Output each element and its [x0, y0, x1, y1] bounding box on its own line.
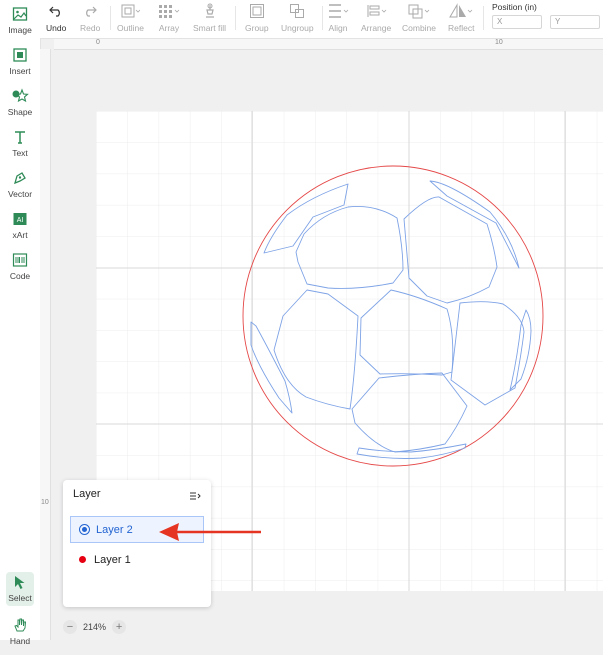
- outline-label: Outline: [117, 23, 144, 33]
- ruler-label: 10: [495, 39, 503, 46]
- ai-art-icon: AI: [10, 209, 30, 229]
- shape-icon: [10, 86, 30, 106]
- sidebar-item-text[interactable]: Text: [0, 127, 40, 167]
- arrange-button[interactable]: Arrange: [361, 2, 391, 36]
- combine-label: Combine: [402, 23, 437, 33]
- left-sidebar: Image Insert Shape Text Vector AI xArt C…: [0, 0, 41, 646]
- redo-button[interactable]: Redo: [80, 2, 100, 36]
- sidebar-item-shape[interactable]: Shape: [0, 86, 40, 126]
- sidebar-item-image[interactable]: Image: [0, 4, 40, 44]
- sidebar-item-vector[interactable]: Vector: [0, 168, 40, 208]
- undo-button[interactable]: Undo: [46, 2, 66, 36]
- array-button[interactable]: Array: [158, 2, 180, 36]
- zoom-out-button[interactable]: −: [63, 620, 77, 634]
- hand-icon: [10, 615, 30, 635]
- position-y-input[interactable]: Y: [550, 15, 600, 29]
- position-label: Position (in): [492, 2, 537, 12]
- top-toolbar: Undo Redo Outline Array Smart fill Group: [40, 0, 603, 39]
- array-icon: [158, 2, 180, 20]
- sidebar-item-select[interactable]: Select: [6, 572, 34, 606]
- sidebar-item-label: Select: [8, 593, 32, 603]
- sidebar-item-label: Code: [9, 271, 31, 281]
- arrange-label: Arrange: [361, 23, 392, 33]
- layer-name: Layer 1: [94, 553, 131, 566]
- ruler-label: 0: [96, 39, 100, 46]
- layer-options-icon[interactable]: [189, 488, 201, 506]
- ruler-label: 10: [41, 499, 49, 506]
- reflect-label: Reflect: [448, 23, 475, 33]
- vector-pen-icon: [10, 168, 30, 188]
- combine-button[interactable]: Combine: [402, 2, 436, 36]
- redo-icon: [83, 2, 98, 20]
- align-label: Align: [328, 23, 348, 33]
- undo-label: Undo: [46, 23, 67, 33]
- position-x-input[interactable]: X: [492, 15, 542, 29]
- reflect-icon: [448, 2, 474, 20]
- group-label: Group: [245, 23, 269, 33]
- sidebar-item-label: Insert: [9, 66, 31, 76]
- layer-name: Layer 2: [96, 523, 133, 536]
- ruler-left: 10: [40, 49, 51, 640]
- ruler-top: 0 10: [54, 39, 603, 50]
- insert-icon: [10, 45, 30, 65]
- sidebar-item-label: xArt: [12, 230, 28, 240]
- redo-label: Redo: [80, 23, 101, 33]
- zoom-level: 214%: [83, 622, 107, 632]
- sidebar-item-xart[interactable]: AI xArt: [0, 209, 40, 249]
- ungroup-icon: [289, 2, 305, 20]
- outline-icon: [120, 2, 141, 20]
- text-icon: [10, 127, 30, 147]
- sidebar-item-insert[interactable]: Insert: [0, 45, 40, 85]
- zoom-controls: − 214% +: [63, 618, 127, 636]
- sidebar-item-code[interactable]: Code: [0, 250, 40, 290]
- ungroup-button[interactable]: Ungroup: [281, 2, 314, 36]
- smart-fill-button[interactable]: Smart fill: [193, 2, 226, 36]
- group-button[interactable]: Group: [245, 2, 269, 36]
- layer-panel-title: Layer: [73, 488, 101, 500]
- outline-button[interactable]: Outline: [117, 2, 144, 36]
- layer-row-layer-1[interactable]: Layer 1: [70, 546, 204, 573]
- sidebar-item-label: Shape: [7, 107, 33, 117]
- smart-fill-icon: [202, 2, 218, 20]
- sidebar-item-label: Hand: [9, 636, 31, 646]
- align-button[interactable]: Align: [327, 2, 349, 36]
- arrange-icon: [364, 2, 388, 20]
- ungroup-label: Ungroup: [281, 23, 314, 33]
- sidebar-item-label: Image: [8, 25, 32, 35]
- sidebar-item-label: Vector: [7, 189, 33, 199]
- toolbar-divider: [322, 6, 323, 30]
- toolbar-divider: [483, 6, 484, 30]
- image-icon: [10, 4, 30, 24]
- svg-text:AI: AI: [17, 217, 24, 224]
- sidebar-item-hand[interactable]: Hand: [0, 615, 40, 655]
- undo-icon: [49, 2, 63, 20]
- annotation-arrow: [159, 523, 261, 541]
- layer-color-dot-icon: [79, 556, 86, 563]
- toolbar-divider: [235, 6, 236, 30]
- reflect-button[interactable]: Reflect: [448, 2, 474, 36]
- combine-icon: [407, 2, 431, 20]
- layer-selected-radio-icon: [79, 524, 90, 535]
- smart-fill-label: Smart fill: [193, 23, 227, 33]
- array-label: Array: [158, 23, 180, 33]
- barcode-icon: [10, 250, 30, 270]
- align-icon: [327, 2, 349, 20]
- group-icon: [249, 2, 265, 20]
- sidebar-item-label: Text: [12, 148, 28, 158]
- zoom-in-button[interactable]: +: [112, 620, 127, 634]
- select-cursor-icon: [10, 572, 30, 592]
- toolbar-divider: [110, 6, 111, 30]
